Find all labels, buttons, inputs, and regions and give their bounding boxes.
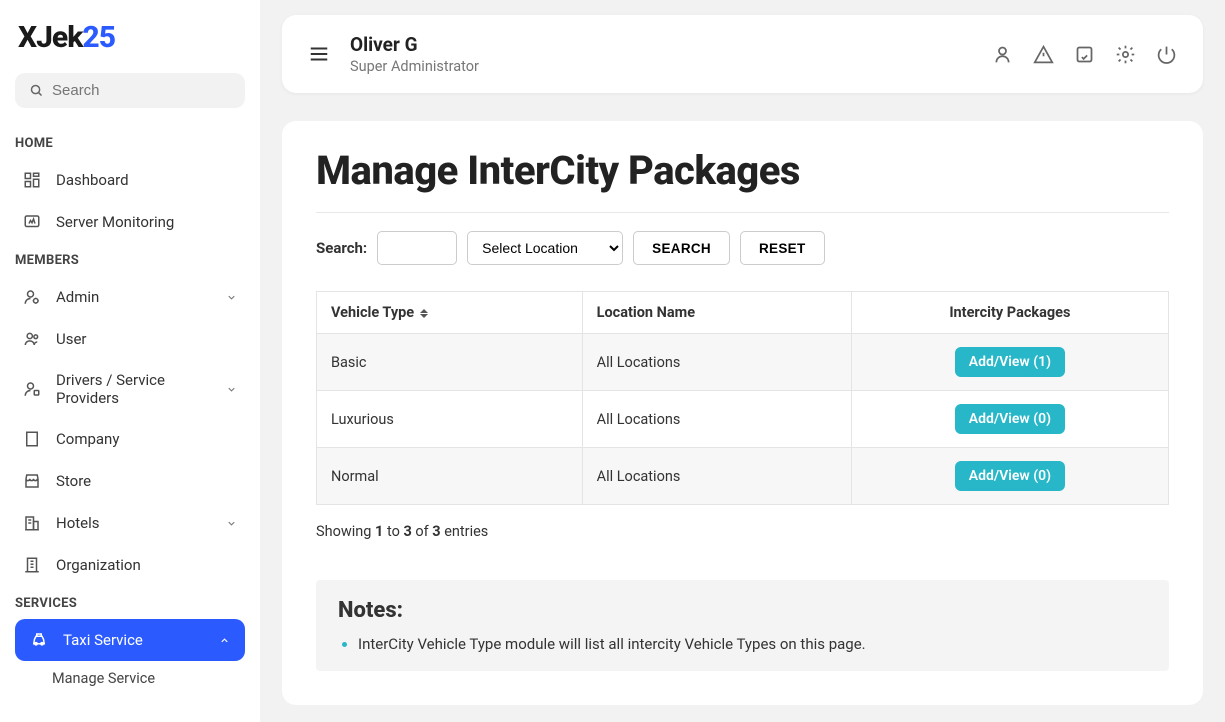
table-header-row: Vehicle Type Location Name Intercity Pac… (317, 292, 1169, 334)
entries-mid2: of (412, 523, 433, 540)
notes-title: Notes: (338, 598, 1147, 623)
entries-suffix: entries (441, 523, 489, 540)
section-home: HOME (0, 126, 260, 159)
notes-list: InterCity Vehicle Type module will list … (358, 635, 1147, 653)
cell-action: Add/View (1) (851, 334, 1168, 391)
cell-vehicle-type: Luxurious (317, 391, 583, 448)
note-icon[interactable] (1074, 44, 1095, 65)
notes-item: InterCity Vehicle Type module will list … (358, 635, 1147, 653)
user-block: Oliver G Super Administrator (350, 33, 972, 75)
table-row: NormalAll Locations Add/View (0) (317, 448, 1169, 505)
sidebar-label: Hotels (56, 514, 212, 532)
entries-to: 3 (403, 523, 411, 540)
table-row: BasicAll Locations Add/View (1) (317, 334, 1169, 391)
taxi-icon (29, 630, 49, 650)
chevron-down-icon (226, 518, 238, 529)
search-row: Search: Select Location SEARCH RESET (316, 231, 1169, 265)
store-icon (22, 471, 42, 491)
entries-prefix: Showing (316, 523, 375, 540)
cell-action: Add/View (0) (851, 448, 1168, 505)
sidebar-item-dashboard[interactable]: Dashboard (0, 159, 260, 201)
sidebar-item-drivers[interactable]: Drivers / Service Providers (0, 360, 260, 418)
notes-panel: Notes: InterCity Vehicle Type module wil… (316, 580, 1169, 671)
sidebar-label: User (56, 330, 238, 348)
users-icon (22, 329, 42, 349)
topbar-icons (992, 44, 1177, 65)
add-view-button[interactable]: Add/View (1) (955, 347, 1065, 377)
sidebar-label: Dashboard (56, 171, 238, 189)
chevron-down-icon (226, 384, 238, 395)
sidebar-label: Server Monitoring (56, 213, 238, 231)
sidebar-label: Drivers / Service Providers (56, 371, 212, 407)
add-view-button[interactable]: Add/View (0) (955, 404, 1065, 434)
settings-icon[interactable] (1115, 44, 1136, 65)
sidebar: XJek25 HOME Dashboard Server Monitoring … (0, 0, 260, 722)
sidebar-search[interactable] (15, 73, 245, 108)
search-input[interactable] (377, 231, 457, 265)
page-title: Manage InterCity Packages (316, 147, 1169, 213)
chevron-up-icon (219, 635, 231, 646)
main-area: Oliver G Super Administrator (260, 0, 1225, 722)
sidebar-item-company[interactable]: Company (0, 418, 260, 460)
topbar: Oliver G Super Administrator (282, 15, 1203, 93)
table-row: LuxuriousAll Locations Add/View (0) (317, 391, 1169, 448)
sidebar-item-taxi-service[interactable]: Taxi Service (15, 619, 245, 661)
driver-icon (22, 379, 42, 399)
sidebar-item-organization[interactable]: Organization (0, 544, 260, 586)
brand-text-b: 25 (82, 20, 115, 55)
profile-icon[interactable] (992, 44, 1013, 65)
section-members: MEMBERS (0, 243, 260, 276)
alert-icon[interactable] (1033, 44, 1054, 65)
search-button[interactable]: SEARCH (633, 231, 730, 265)
reset-button[interactable]: RESET (740, 231, 825, 265)
building-icon (22, 429, 42, 449)
brand-logo: XJek25 (0, 20, 260, 73)
col-vehicle-type[interactable]: Vehicle Type (317, 292, 583, 334)
sidebar-label: Organization (56, 556, 238, 574)
entries-mid1: to (383, 523, 403, 540)
hotel-icon (22, 513, 42, 533)
sidebar-item-admin[interactable]: Admin (0, 276, 260, 318)
chevron-down-icon (226, 292, 238, 303)
cell-location: All Locations (582, 391, 851, 448)
sidebar-item-store[interactable]: Store (0, 460, 260, 502)
cell-vehicle-type: Basic (317, 334, 583, 391)
search-label: Search: (316, 239, 367, 257)
sidebar-label: Company (56, 430, 238, 448)
col-label: Vehicle Type (331, 304, 414, 321)
admin-icon (22, 287, 42, 307)
hamburger-button[interactable] (308, 43, 330, 65)
section-services: SERVICES (0, 586, 260, 619)
content-card: Manage InterCity Packages Search: Select… (282, 121, 1203, 705)
sort-icon (420, 309, 428, 318)
sidebar-search-input[interactable] (52, 82, 231, 99)
cell-location: All Locations (582, 334, 851, 391)
col-location: Location Name (582, 292, 851, 334)
add-view-button[interactable]: Add/View (0) (955, 461, 1065, 491)
brand-text-a: XJek (18, 20, 82, 55)
cell-action: Add/View (0) (851, 391, 1168, 448)
user-name: Oliver G (350, 33, 972, 56)
entries-total: 3 (432, 523, 440, 540)
sidebar-label: Store (56, 472, 238, 490)
search-icon (29, 83, 44, 98)
cell-location: All Locations (582, 448, 851, 505)
sidebar-subitem-manage-service[interactable]: Manage Service (0, 661, 260, 696)
cell-vehicle-type: Normal (317, 448, 583, 505)
packages-table: Vehicle Type Location Name Intercity Pac… (316, 291, 1169, 505)
monitor-icon (22, 212, 42, 232)
dashboard-icon (22, 170, 42, 190)
location-select[interactable]: Select Location (467, 231, 623, 265)
sidebar-label: Admin (56, 288, 212, 306)
col-packages: Intercity Packages (851, 292, 1168, 334)
sidebar-label: Taxi Service (63, 631, 205, 649)
user-role: Super Administrator (350, 58, 972, 75)
sidebar-item-user[interactable]: User (0, 318, 260, 360)
sidebar-item-server-monitoring[interactable]: Server Monitoring (0, 201, 260, 243)
entries-info: Showing 1 to 3 of 3 entries (316, 523, 1169, 540)
organization-icon (22, 555, 42, 575)
sidebar-item-hotels[interactable]: Hotels (0, 502, 260, 544)
power-icon[interactable] (1156, 44, 1177, 65)
